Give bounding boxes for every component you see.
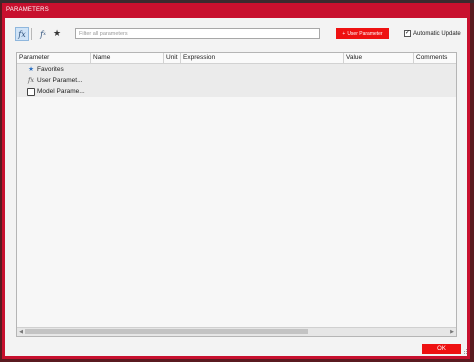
column-header-unit[interactable]: Unit [164,53,181,63]
search-input[interactable] [75,28,320,39]
row-label: Model Parame... [37,88,85,95]
user-parameter-button[interactable]: + User Parameter [336,28,389,39]
table-header: Parameter Name Unit Expression Value Com… [17,53,456,64]
scroll-right-icon[interactable]: ▶ [449,328,455,336]
plus-icon: + [342,30,346,37]
fx-filtered-icon[interactable]: fx [36,27,50,41]
column-header-comments[interactable]: Comments [414,53,456,63]
scrollbar-thumb[interactable] [25,329,308,334]
dialog-content: fx fx ★ + User Parameter ✓ Automatic Upd… [5,18,467,356]
toolbar-divider [31,28,32,40]
automatic-update-checkbox[interactable]: ✓ [404,30,411,37]
horizontal-scrollbar[interactable]: ◀ ▶ [17,327,456,336]
scroll-left-icon[interactable]: ◀ [18,328,24,336]
user-parameter-label: User Parameter [347,30,383,37]
table-row-user-parameters[interactable]: fx User Paramet... [17,75,456,86]
fx-filter-icon[interactable]: fx [15,27,29,41]
column-header-expression[interactable]: Expression [181,53,344,63]
parameters-table: Parameter Name Unit Expression Value Com… [16,52,457,337]
star-icon: ★ [28,66,34,73]
column-header-parameter[interactable]: Parameter [17,53,91,63]
automatic-update-label: Automatic Update [413,30,461,37]
automatic-update-toggle[interactable]: ✓ Automatic Update [404,28,461,39]
model-icon [26,86,36,100]
dialog-title: PARAMETERS [6,7,49,13]
parameters-dialog: PARAMETERS fx fx ★ + User Parameter ✓ Au… [2,3,470,359]
row-label: User Paramet... [37,77,83,84]
column-header-name[interactable]: Name [91,53,164,63]
table-row-model-parameters[interactable]: Model Parame... [17,86,456,97]
toolbar: fx fx ★ + User Parameter ✓ Automatic Upd… [5,18,467,46]
resize-grip-icon[interactable] [463,349,467,354]
favorites-star-icon[interactable]: ★ [50,27,64,41]
ok-button[interactable]: OK [422,344,461,354]
table-row-favorites[interactable]: ★ Favorites [17,64,456,75]
column-header-value[interactable]: Value [344,53,414,63]
fx-icon: fx [27,76,35,84]
row-label: Favorites [37,66,64,73]
